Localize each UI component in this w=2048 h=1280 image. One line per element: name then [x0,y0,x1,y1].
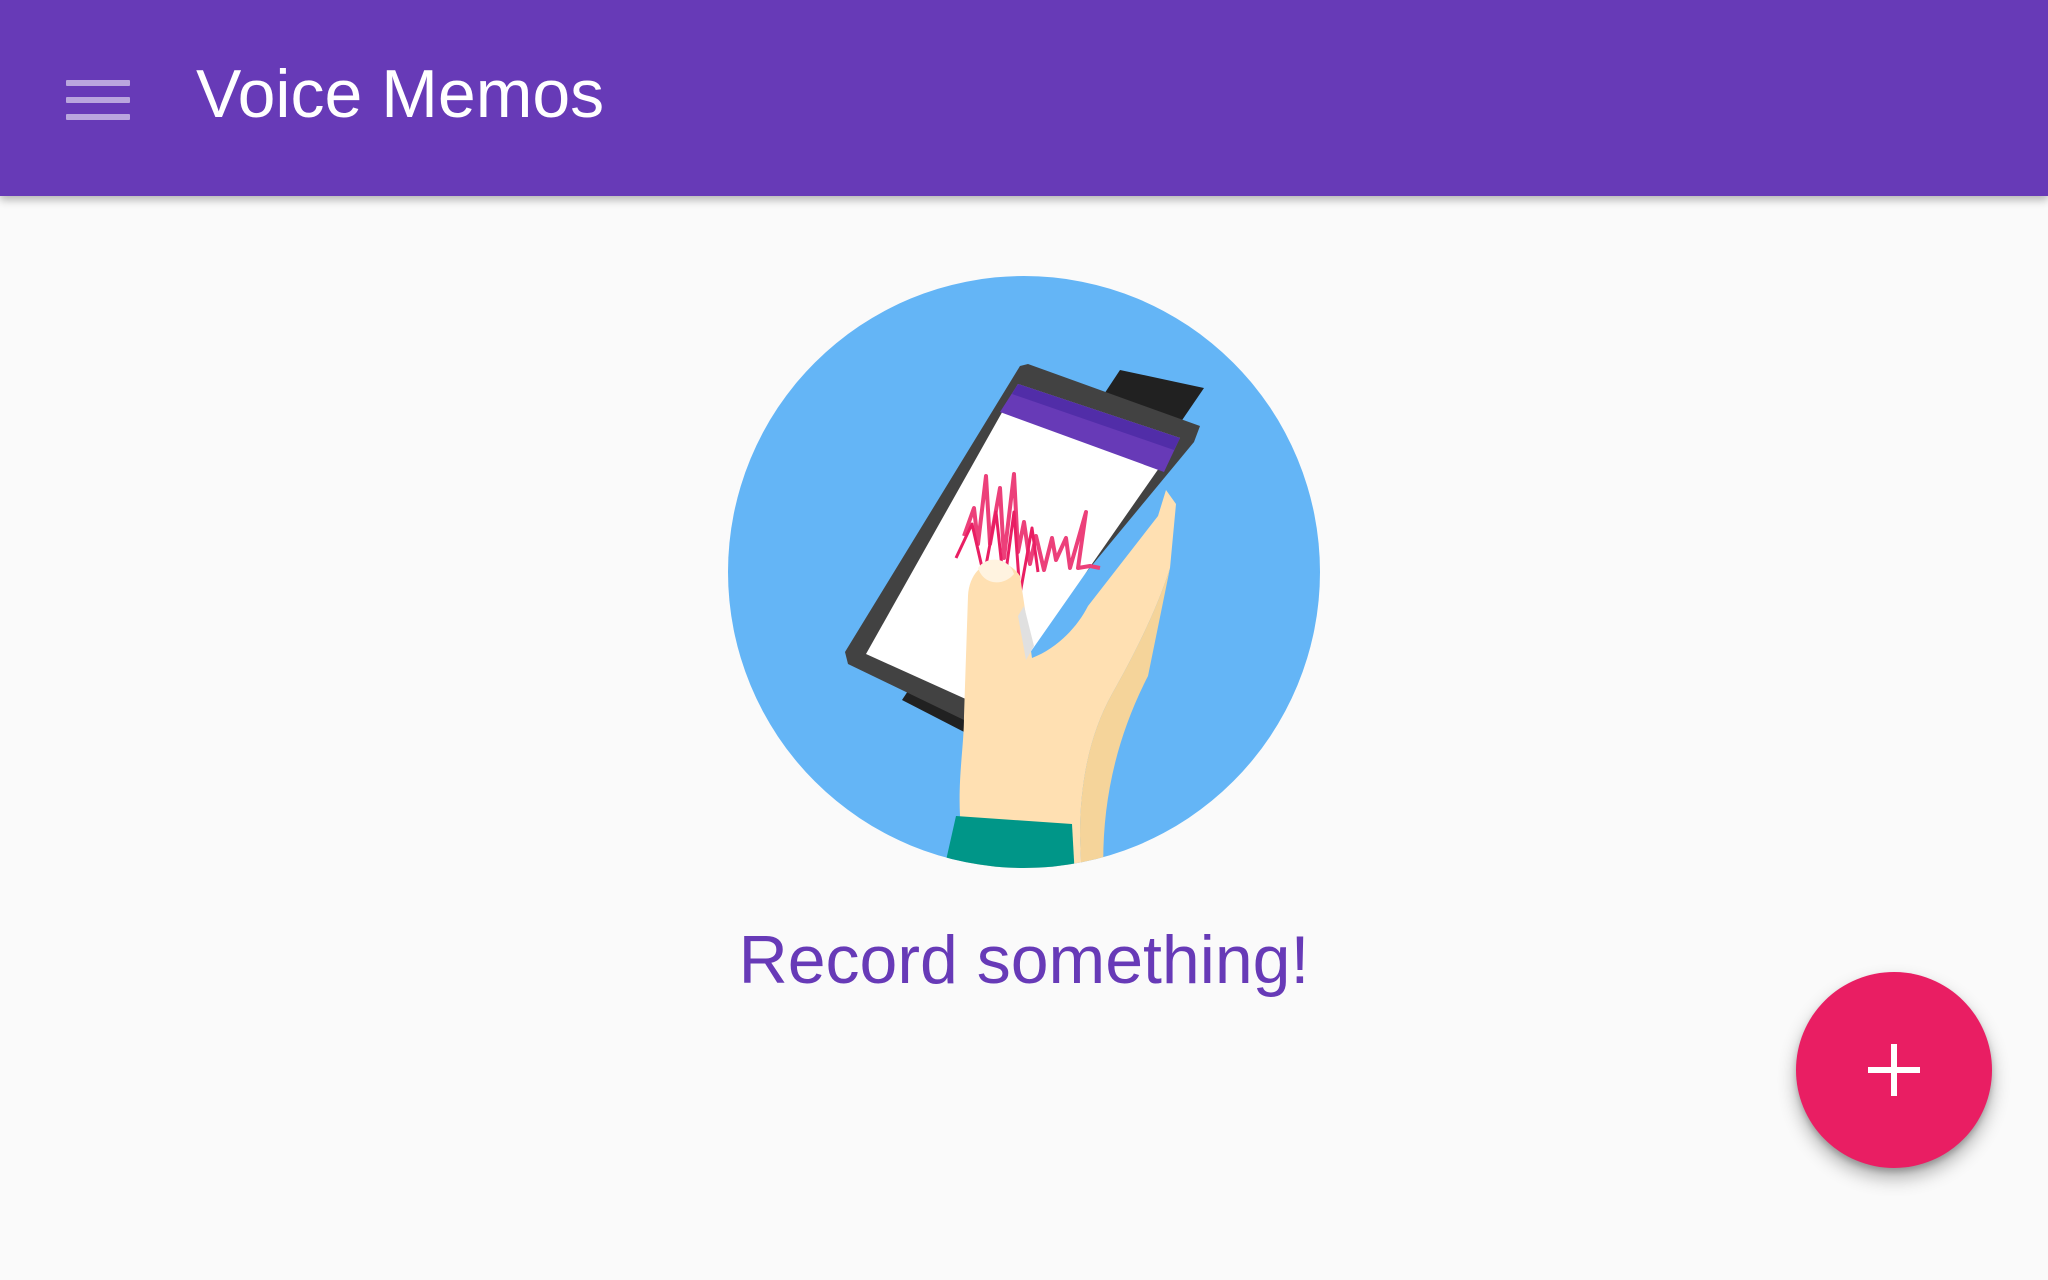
menu-icon-bar [66,97,130,103]
app-toolbar: Voice Memos [0,0,2048,196]
menu-icon-bar [66,114,130,120]
menu-button[interactable] [60,68,136,128]
app-root: Voice Memos Record something! [0,0,2048,1280]
menu-icon-bar [66,80,130,86]
add-recording-button[interactable] [1796,972,1992,1168]
empty-state-message: Record something! [738,922,1310,998]
hand-phone-illustration [728,276,1320,868]
plus-icon-vertical [1891,1044,1897,1096]
sleeve [938,816,1076,868]
page-title: Voice Memos [196,56,605,132]
